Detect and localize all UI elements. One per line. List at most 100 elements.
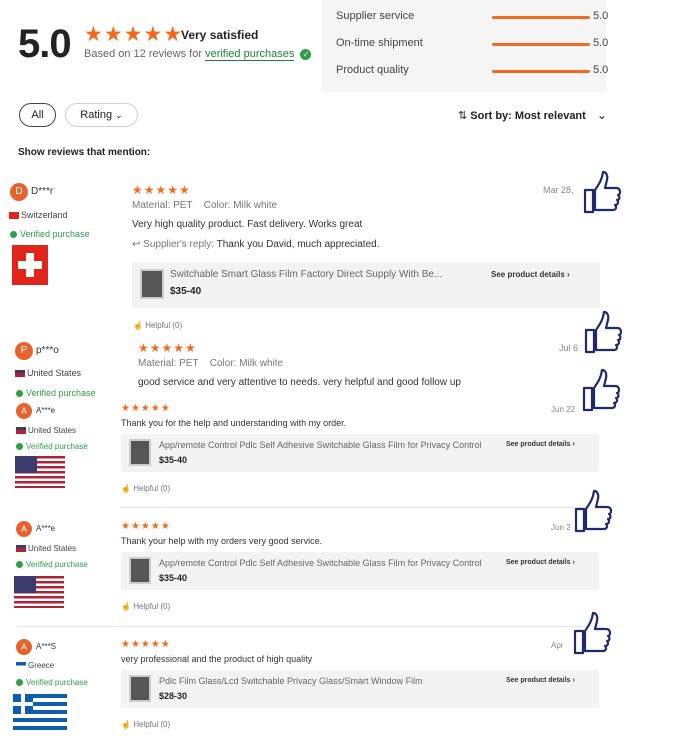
chevron-right-icon: › (567, 270, 570, 279)
divider (18, 626, 600, 627)
reviewer-country: United States (16, 426, 76, 435)
verified-badge: Verified purchase (16, 560, 88, 569)
see-product-details-link[interactable]: See product details › (506, 677, 575, 684)
check-icon (16, 679, 23, 687)
product-price: $28-30 (159, 691, 188, 701)
review-date: Apr (551, 641, 564, 650)
switzerland-flag-icon (9, 212, 19, 220)
thumbs-up-icon (584, 310, 623, 354)
chevron-right-icon: › (572, 441, 575, 448)
verified-purchases-link[interactable]: verified purchases (205, 48, 295, 61)
filter-all-button[interactable]: All (19, 103, 56, 127)
chevron-down-icon: ⌄ (115, 110, 123, 120)
check-icon (10, 231, 17, 239)
filter-rating-dropdown[interactable]: Rating ⌄ (65, 103, 138, 127)
product-thumbnail (129, 557, 151, 584)
chevron-right-icon: › (572, 677, 575, 684)
product-price: $35-40 (159, 455, 188, 465)
avatar: P (15, 342, 33, 360)
verified-badge: Verified purchase (16, 678, 88, 687)
review-variant: Material: PET Color: Milk white (138, 358, 284, 369)
thumbs-up-icon (582, 368, 621, 412)
verified-badge: Verified purchase (10, 229, 90, 239)
reviewer-country: United States (15, 368, 81, 378)
check-icon (16, 390, 23, 398)
product-thumbnail (140, 269, 164, 299)
reply-icon: ↩ (132, 239, 141, 250)
product-thumbnail (129, 675, 151, 702)
product-card[interactable]: App/remote Control Pdlc Self Adhesive Sw… (121, 434, 599, 472)
review-text: Very high quality product. Fast delivery… (132, 219, 363, 230)
helpful-button[interactable]: ☝ Helpful (0) (121, 720, 170, 729)
chevron-down-icon: ⌄ (596, 108, 607, 122)
review-text: Thank your help with my orders very good… (121, 536, 323, 546)
reviewer-name: A***S (36, 642, 57, 651)
see-product-details-link[interactable]: See product details › (506, 441, 575, 448)
overall-stars: ★★★★★ (84, 23, 184, 46)
review-date: Jun 2 (551, 523, 571, 532)
product-title: Switchable Smart Glass Film Factory Dire… (170, 269, 443, 280)
review-stars: ★★★★★ (121, 403, 171, 414)
helpful-button[interactable]: ☝ Helpful (0) (121, 484, 170, 493)
greece-flag-icon (16, 662, 26, 670)
reviewer-country: Switzerland (9, 210, 68, 220)
avatar: A (16, 639, 32, 655)
product-title: Pdlc Film Glass/Lcd Switchable Privacy G… (159, 676, 423, 686)
see-product-details-link[interactable]: See product details › (491, 270, 570, 279)
sort-dropdown[interactable]: ⇅ Sort by: Most relevant ⌄ (458, 108, 607, 122)
reviewer-name: p***o (36, 345, 59, 356)
metric-on-time-shipment: On-time shipment 5.0 (336, 37, 609, 49)
verified-badge: Verified purchase (16, 442, 88, 451)
us-flag-icon (16, 427, 26, 435)
us-flag-icon (15, 456, 65, 488)
satisfaction-label: Very satisfied (181, 28, 259, 42)
greece-flag-icon (13, 694, 67, 730)
avatar: A (16, 521, 32, 537)
metric-bar (492, 16, 590, 19)
us-flag-icon (16, 545, 26, 553)
reviewer-name: A***e (36, 524, 56, 533)
mention-heading: Show reviews that mention: (18, 147, 151, 158)
review-date: Jun 22 (551, 405, 576, 414)
product-title: App/remote Control Pdlc Self Adhesive Sw… (159, 558, 482, 568)
product-card[interactable]: App/remote Control Pdlc Self Adhesive Sw… (121, 552, 599, 590)
review-stars: ★★★★★ (138, 341, 197, 355)
helpful-button[interactable]: ☝ Helpful (0) (133, 321, 182, 331)
reviewer-country: Greece (16, 661, 54, 670)
switzerland-flag-icon (12, 245, 48, 285)
reviewer-name: D***r (31, 186, 54, 197)
see-product-details-link[interactable]: See product details › (506, 559, 575, 566)
us-flag-icon (14, 576, 64, 608)
sort-icon: ⇅ (458, 110, 468, 122)
thumbs-up-icon (573, 611, 612, 655)
based-on-text: Based on 12 reviews for verified purchas… (84, 48, 312, 61)
review-date: Jul 6 (559, 343, 579, 353)
product-price: $35-40 (159, 573, 188, 583)
metric-bar (492, 43, 590, 46)
helpful-button[interactable]: ☝ Helpful (0) (121, 602, 170, 611)
helpful-icon: ☝ (133, 321, 143, 330)
thumbs-up-icon (583, 170, 622, 214)
product-card[interactable]: Switchable Smart Glass Film Factory Dire… (132, 262, 600, 308)
metric-product-quality: Product quality 5.0 (336, 64, 609, 76)
metric-supplier-service: Supplier service 5.0 (336, 10, 609, 22)
overall-score: 5.0 (18, 22, 72, 66)
check-icon (16, 561, 23, 569)
chevron-right-icon: › (572, 559, 575, 566)
check-icon (16, 443, 23, 451)
thumbs-up-icon (574, 489, 613, 533)
helpful-icon: ☝ (121, 484, 131, 493)
avatar: D (10, 183, 28, 201)
reviewer-country: United States (16, 544, 76, 553)
divider (120, 507, 600, 508)
review-stars: ★★★★★ (121, 639, 171, 650)
helpful-icon: ☝ (121, 602, 131, 611)
us-flag-icon (15, 370, 25, 378)
product-card[interactable]: Pdlc Film Glass/Lcd Switchable Privacy G… (121, 670, 599, 708)
metric-bar (492, 70, 590, 73)
product-title: App/remote Control Pdlc Self Adhesive Sw… (159, 440, 482, 450)
avatar: A (16, 403, 32, 419)
product-thumbnail (129, 439, 151, 466)
verified-badge: Verified purchase (16, 388, 96, 398)
review-stars: ★★★★★ (121, 521, 171, 532)
